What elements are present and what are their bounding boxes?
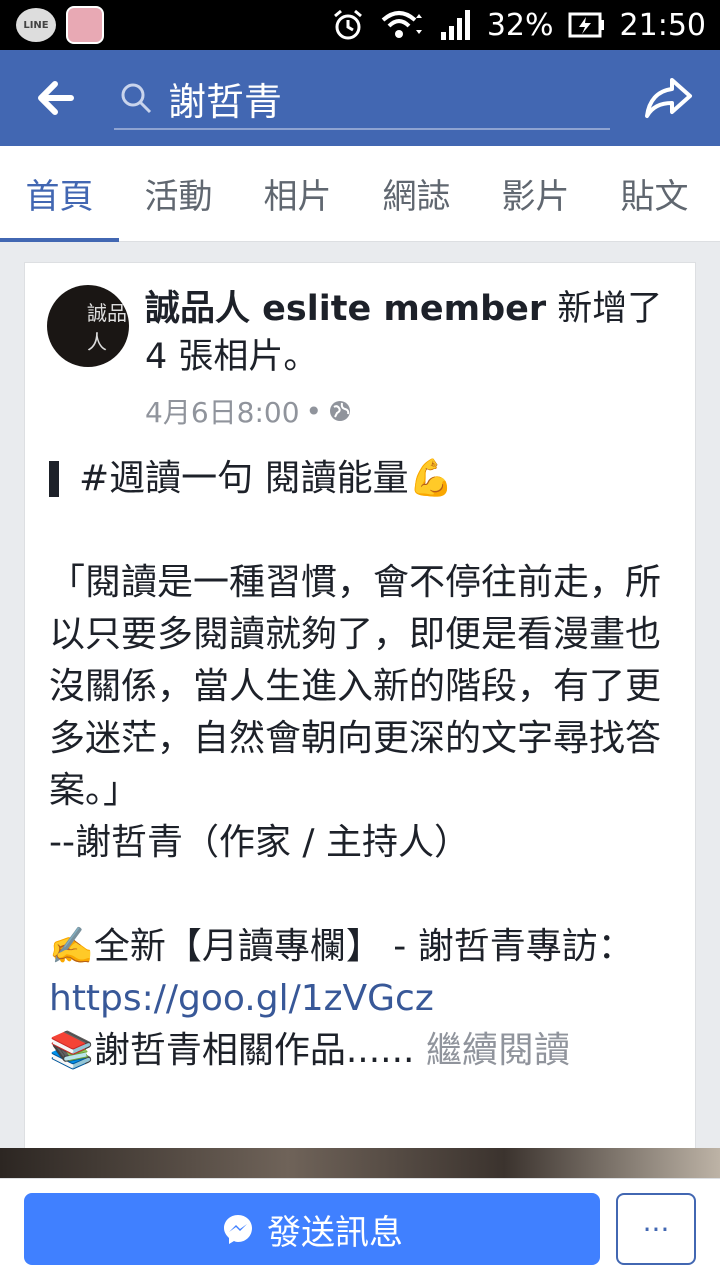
send-message-button[interactable]: 發送訊息 xyxy=(24,1193,600,1265)
post-heading-text: #週讀一句 閱讀能量💪 xyxy=(79,458,454,499)
share-icon[interactable] xyxy=(644,74,694,126)
continue-reading-link[interactable]: 繼續閱讀 xyxy=(426,1030,570,1071)
more-options-button[interactable]: ··· xyxy=(616,1193,696,1265)
post-heading: #週讀一句 閱讀能量💪 xyxy=(49,453,669,505)
tab-posts[interactable]: 貼文 xyxy=(595,146,714,242)
heading-bar xyxy=(49,461,59,497)
post-works-line: 📚謝哲青相關作品...... 繼續閱讀 xyxy=(49,1025,669,1077)
meta-separator: • xyxy=(305,394,323,428)
feature-text: ✍️全新【月讀專欄】 - 謝哲青專訪： xyxy=(49,926,634,967)
tab-notes[interactable]: 網誌 xyxy=(357,146,476,242)
back-icon[interactable] xyxy=(20,50,90,146)
messenger-icon xyxy=(224,1215,252,1244)
bottom-action-bar: 發送訊息 ··· xyxy=(0,1178,720,1280)
works-text: 📚謝哲青相關作品...... xyxy=(49,1030,415,1071)
clock: 21:50 xyxy=(619,7,706,43)
search-query: 謝哲青 xyxy=(168,79,283,124)
post-header: 誠品人 eslite member 新增了 4 張相片。 xyxy=(145,285,665,381)
status-bar: LINE 32% 21:50 xyxy=(0,0,720,50)
globe-icon xyxy=(330,401,351,421)
tab-events[interactable]: 活動 xyxy=(119,146,238,242)
tab-photos[interactable]: 相片 xyxy=(238,146,357,242)
post-quote: 「閱讀是一種習慣，會不停往前走，所以只要多閱讀就夠了，即便是看漫畫也沒關係，當人… xyxy=(49,562,662,811)
avatar[interactable]: 誠品人 xyxy=(47,285,129,367)
post-feature-line: ✍️全新【月讀專欄】 - 謝哲青專訪： https://goo.gl/1zVGcz xyxy=(49,921,669,1025)
signal-icon xyxy=(440,10,470,40)
app-thumbnail-icon xyxy=(66,6,104,44)
battery-percent: 32% xyxy=(486,7,554,43)
battery-icon xyxy=(568,12,604,38)
alarm-icon xyxy=(333,9,362,40)
post-card: 誠品人 誠品人 eslite member 新增了 4 張相片。 4月6日8:0… xyxy=(24,262,696,1152)
post-attribution: --謝哲青（作家 / 主持人） xyxy=(49,822,470,863)
send-message-label: 發送訊息 xyxy=(267,1212,403,1253)
post-body: #週讀一句 閱讀能量💪 「閱讀是一種習慣，會不停往前走，所以只要多閱讀就夠了，即… xyxy=(49,453,669,1077)
tab-home[interactable]: 首頁 xyxy=(0,146,119,242)
avatar-text: 誠品人 xyxy=(87,301,127,354)
wifi-icon xyxy=(381,11,422,38)
tab-videos[interactable]: 影片 xyxy=(476,146,595,242)
more-options-label: ··· xyxy=(642,1212,670,1246)
post-timestamp[interactable]: 4月6日8:00 xyxy=(145,391,300,431)
post-meta: 4月6日8:00 • xyxy=(145,391,352,431)
post-link[interactable]: https://goo.gl/1zVGcz xyxy=(49,978,434,1019)
author-name[interactable]: 誠品人 eslite member xyxy=(145,289,546,329)
page-tabs: 首頁 活動 相片 網誌 影片 貼文 xyxy=(0,146,720,242)
line-app-icon: LINE xyxy=(16,8,56,42)
search-input[interactable]: 謝哲青 xyxy=(114,68,610,130)
search-icon xyxy=(114,81,158,115)
top-bar: 謝哲青 xyxy=(0,50,720,146)
